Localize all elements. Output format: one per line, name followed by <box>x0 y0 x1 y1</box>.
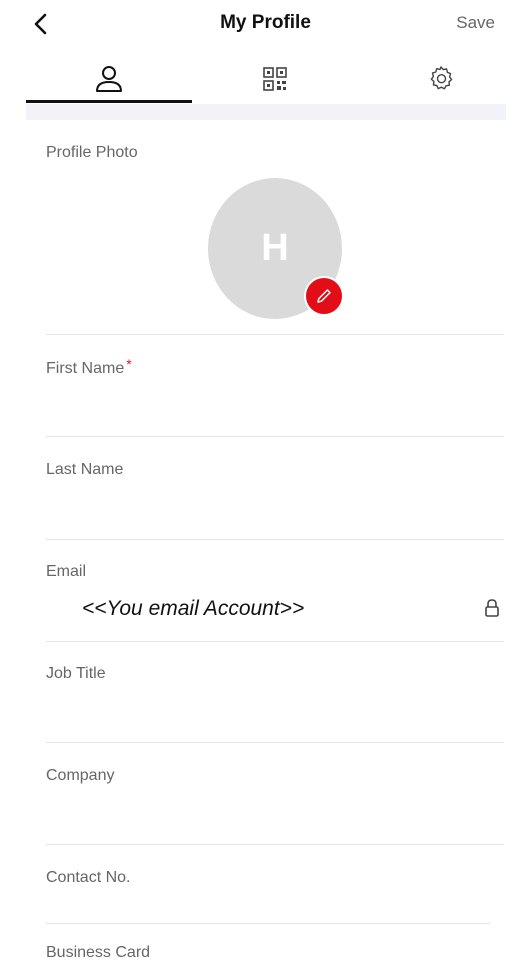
email-value: <<You email Account>> <box>82 597 305 620</box>
divider <box>46 641 504 642</box>
job-title-label: Job Title <box>46 665 106 682</box>
page-title: My Profile <box>220 12 311 33</box>
company-input[interactable] <box>46 801 480 837</box>
divider <box>46 539 504 540</box>
profile-tabs <box>26 56 506 104</box>
lock-icon <box>485 599 499 617</box>
email-label: Email <box>46 563 87 580</box>
first-name-input[interactable] <box>46 394 480 430</box>
divider <box>46 844 504 845</box>
tab-qr-code[interactable] <box>192 56 358 102</box>
pencil-icon <box>317 289 331 303</box>
top-bar: My Profile Save <box>0 0 531 50</box>
last-name-label: Last Name <box>46 461 124 478</box>
last-name-input[interactable] <box>46 496 480 532</box>
first-name-label: First Name * <box>46 356 132 378</box>
divider <box>46 923 490 924</box>
contact-no-label: Contact No. <box>46 869 131 886</box>
business-card-label: Business Card <box>46 944 151 961</box>
save-button[interactable]: Save <box>456 13 495 33</box>
first-name-label-text: First Name <box>46 360 125 377</box>
profile-photo-label: Profile Photo <box>46 144 138 161</box>
contact-no-input[interactable] <box>46 888 480 918</box>
edit-photo-button[interactable] <box>304 276 344 316</box>
job-title-input[interactable] <box>46 699 480 735</box>
divider <box>46 742 504 743</box>
required-marker: * <box>126 356 132 372</box>
qr-code-icon <box>263 67 287 91</box>
user-icon <box>96 66 122 92</box>
divider <box>46 334 504 335</box>
gear-icon <box>430 66 453 90</box>
active-tab-indicator <box>26 100 192 103</box>
divider <box>46 436 504 437</box>
company-label: Company <box>46 767 115 784</box>
tab-settings[interactable] <box>358 56 524 102</box>
tab-content-separator <box>26 104 506 120</box>
tab-profile[interactable] <box>26 56 192 102</box>
